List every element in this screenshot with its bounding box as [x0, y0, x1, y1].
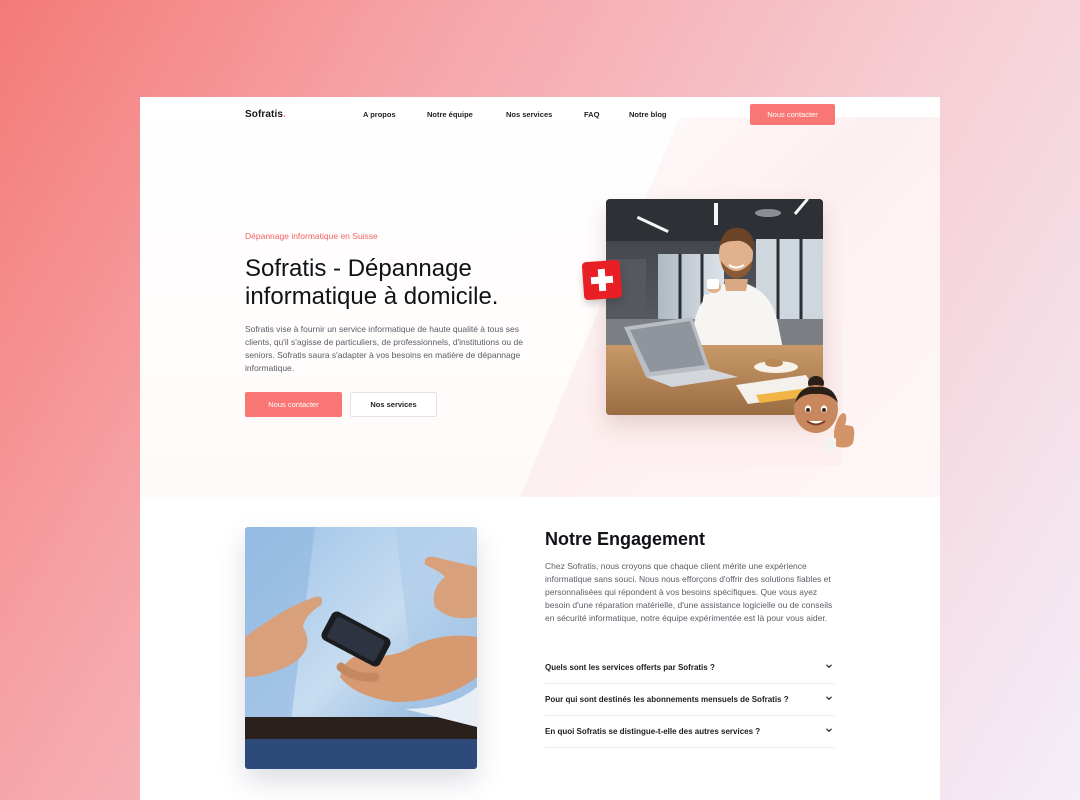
hero-lead: Sofratis vise à fournir un service infor… [245, 324, 523, 373]
nav-link-notre-equipe[interactable]: Notre équipe [427, 110, 473, 119]
faq-item[interactable]: Quels sont les services offerts par Sofr… [545, 652, 835, 684]
chevron-down-icon [826, 664, 832, 669]
hero-services-button[interactable]: Nos services [350, 392, 437, 417]
engagement-photo-hands-phone [245, 527, 477, 769]
top-navigation: Sofratis. A propos Notre équipe Nos serv… [140, 97, 940, 133]
website-page: Sofratis. A propos Notre équipe Nos serv… [140, 97, 940, 800]
faq-item[interactable]: Pour qui sont destinés les abonnements m… [545, 684, 835, 716]
engagement-body: Chez Sofratis, nous croyons que chaque c… [545, 561, 833, 623]
brand-logo[interactable]: Sofratis. [245, 109, 286, 120]
faq-question: Pour qui sont destinés les abonnements m… [545, 695, 789, 704]
faq-item[interactable]: En quoi Sofratis se distingue-t-elle des… [545, 716, 835, 748]
chevron-down-icon [826, 696, 832, 701]
nav-link-nos-services[interactable]: Nos services [506, 110, 552, 119]
hero-contact-button[interactable]: Nous contacter [245, 392, 342, 417]
thumbs-up-memoji-icon [790, 373, 860, 453]
nav-link-a-propos[interactable]: A propos [363, 110, 396, 119]
hero-title: Sofratis - Dépannage informatique à domi… [245, 255, 499, 310]
nav-link-faq[interactable]: FAQ [584, 110, 599, 119]
nav-contact-button[interactable]: Nous contacter [750, 104, 835, 125]
faq-question: Quels sont les services offerts par Sofr… [545, 663, 715, 672]
faq-question: En quoi Sofratis se distingue-t-elle des… [545, 727, 761, 736]
nav-link-notre-blog[interactable]: Notre blog [629, 110, 667, 119]
chevron-down-icon [826, 728, 832, 733]
hands-phone-illustration [245, 527, 477, 769]
swiss-flag-icon [581, 259, 623, 301]
engagement-title: Notre Engagement [545, 529, 706, 549]
hero-kicker: Dépannage informatique en Suisse [245, 231, 378, 241]
